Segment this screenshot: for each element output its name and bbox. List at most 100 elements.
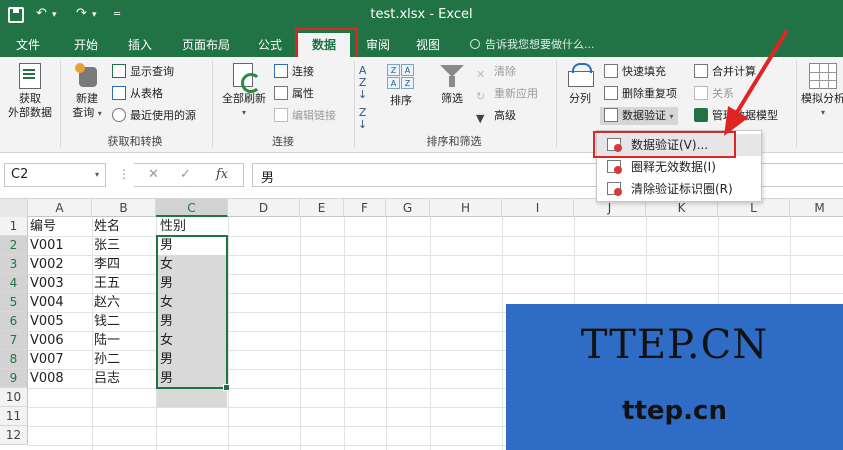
connections-label: 连接 xyxy=(292,65,314,78)
cell-c4[interactable]: 男 xyxy=(158,274,173,293)
cell-b6[interactable]: 钱二 xyxy=(92,312,120,331)
column-header-g[interactable]: G xyxy=(386,199,430,217)
watermark-big-text: TTEP.CN xyxy=(580,322,769,368)
enter-icon[interactable]: ✓ xyxy=(180,167,191,182)
row-header-4[interactable]: 4 xyxy=(0,274,28,293)
tab-home[interactable]: 开始 xyxy=(74,36,98,53)
cell-c5[interactable]: 女 xyxy=(158,293,173,312)
refresh-all-button[interactable]: 全部刷新 ▾ xyxy=(216,63,272,120)
text-to-columns-button[interactable]: 分列 xyxy=(560,63,600,106)
clear-label: 清除 xyxy=(494,65,516,78)
column-header-h[interactable]: H xyxy=(430,199,502,217)
cell-c9[interactable]: 男 xyxy=(158,369,173,388)
sort-asc-icon[interactable]: A Z ↓ xyxy=(358,65,367,101)
row-header-8[interactable]: 8 xyxy=(0,350,28,369)
flash-fill-label: 快速填充 xyxy=(622,65,666,78)
row-header-1[interactable]: 1 xyxy=(0,217,28,236)
cell-b4[interactable]: 王五 xyxy=(92,274,120,293)
data-validation-button[interactable]: 数据验证 ▾ xyxy=(600,107,678,125)
cell-c7[interactable]: 女 xyxy=(158,331,173,350)
tab-file[interactable]: 文件 xyxy=(16,36,40,53)
reapply-button[interactable]: ↻ 重新应用 xyxy=(476,85,538,103)
tab-insert[interactable]: 插入 xyxy=(128,36,152,53)
sort-button[interactable]: Z A A Z 排序 xyxy=(382,63,420,108)
name-box[interactable]: C2 ▾ xyxy=(4,163,106,187)
row-header-5[interactable]: 5 xyxy=(0,293,28,312)
gridline xyxy=(28,274,843,275)
cell-c6[interactable]: 男 xyxy=(158,312,173,331)
flash-fill-button[interactable]: 快速填充 xyxy=(604,63,666,81)
column-header-a[interactable]: A xyxy=(28,199,92,217)
window-title: test.xlsx - Excel xyxy=(370,7,473,22)
cell-a2[interactable]: V001 xyxy=(28,236,64,255)
refresh-all-label: 全部刷新 xyxy=(222,92,266,105)
formula-bar-grip-icon[interactable]: ⋮ xyxy=(118,167,130,181)
cell-a6[interactable]: V005 xyxy=(28,312,64,331)
column-header-b[interactable]: B xyxy=(92,199,156,217)
menu-item-clear-circles[interactable]: 清除验证标识圈(R) xyxy=(597,178,761,200)
tab-view[interactable]: 视图 xyxy=(416,36,440,53)
connections-button[interactable]: 连接 xyxy=(274,63,314,81)
show-queries-button[interactable]: 显示查询 xyxy=(112,63,174,81)
what-if-analysis-button[interactable]: 模拟分析 ▾ xyxy=(800,63,843,120)
cell-b1[interactable]: 姓名 xyxy=(92,217,120,236)
cell-c3[interactable]: 女 xyxy=(158,255,173,274)
column-header-f[interactable]: F xyxy=(344,199,386,217)
remove-duplicates-button[interactable]: 删除重复项 xyxy=(604,85,677,103)
properties-button[interactable]: 属性 xyxy=(274,85,314,103)
tab-page-layout[interactable]: 页面布局 xyxy=(182,36,230,53)
cell-c2[interactable]: 男 xyxy=(158,236,173,255)
recent-sources-button[interactable]: 最近使用的源 xyxy=(112,107,196,125)
row-header-12[interactable]: 12 xyxy=(0,426,28,445)
column-header-m[interactable]: M xyxy=(790,199,843,217)
row-header-2[interactable]: 2 xyxy=(0,236,28,255)
select-all-corner[interactable] xyxy=(0,199,28,217)
row-header-6[interactable]: 6 xyxy=(0,312,28,331)
cell-a9[interactable]: V008 xyxy=(28,369,64,388)
cell-a5[interactable]: V004 xyxy=(28,293,64,312)
cell-b5[interactable]: 赵六 xyxy=(92,293,120,312)
cell-a1[interactable]: 编号 xyxy=(28,217,56,236)
row-header-9[interactable]: 9 xyxy=(0,369,28,388)
row-header-3[interactable]: 3 xyxy=(0,255,28,274)
chevron-down-icon[interactable]: ▾ xyxy=(95,170,99,179)
cell-c1[interactable]: 性别 xyxy=(158,217,186,236)
tab-review[interactable]: 审阅 xyxy=(366,36,390,53)
column-header-e[interactable]: E xyxy=(300,199,344,217)
cell-b2[interactable]: 张三 xyxy=(92,236,120,255)
cell-b9[interactable]: 吕志 xyxy=(92,369,120,388)
row-header-7[interactable]: 7 xyxy=(0,331,28,350)
cancel-icon[interactable]: ✕ xyxy=(148,167,159,182)
tab-formulas[interactable]: 公式 xyxy=(258,36,282,53)
menu-item-circle-invalid[interactable]: 圈释无效数据(I) xyxy=(597,156,761,178)
chevron-down-icon: ▾ xyxy=(820,108,825,117)
insert-function-button[interactable]: fx xyxy=(216,167,228,182)
clear-button[interactable]: ✕ 清除 xyxy=(476,63,516,81)
cell-a8[interactable]: V007 xyxy=(28,350,64,369)
tell-me-box[interactable]: 告诉我您想要做什么... xyxy=(470,36,595,52)
advanced-button[interactable]: ▼ 高级 xyxy=(476,107,516,125)
row-header-10[interactable]: 10 xyxy=(0,388,28,407)
column-header-c[interactable]: C xyxy=(156,199,228,217)
cell-a3[interactable]: V002 xyxy=(28,255,64,274)
new-query-button[interactable]: 新建 查询 ▾ xyxy=(64,63,110,121)
cell-b3[interactable]: 李四 xyxy=(92,255,120,274)
cell-a7[interactable]: V006 xyxy=(28,331,64,350)
text-to-columns-icon xyxy=(566,63,594,89)
edit-links-button[interactable]: 编辑链接 xyxy=(274,107,336,125)
link-icon xyxy=(274,108,288,122)
row-header-11[interactable]: 11 xyxy=(0,407,28,426)
what-if-label: 模拟分析 xyxy=(801,92,843,105)
cell-a4[interactable]: V003 xyxy=(28,274,64,293)
watermark-small-text: ttep.cn xyxy=(622,396,727,426)
column-header-i[interactable]: I xyxy=(502,199,574,217)
sort-desc-icon[interactable]: Z ↓ xyxy=(358,107,367,131)
cell-c8[interactable]: 男 xyxy=(158,350,173,369)
column-header-d[interactable]: D xyxy=(228,199,300,217)
red-arrow-annotation xyxy=(724,30,788,136)
cell-b8[interactable]: 孙二 xyxy=(92,350,120,369)
from-table-button[interactable]: 从表格 xyxy=(112,85,163,103)
get-external-data-button[interactable]: 获取 外部数据 xyxy=(2,63,58,120)
cell-b7[interactable]: 陆一 xyxy=(92,331,120,350)
filter-button[interactable]: 筛选 xyxy=(432,63,472,106)
